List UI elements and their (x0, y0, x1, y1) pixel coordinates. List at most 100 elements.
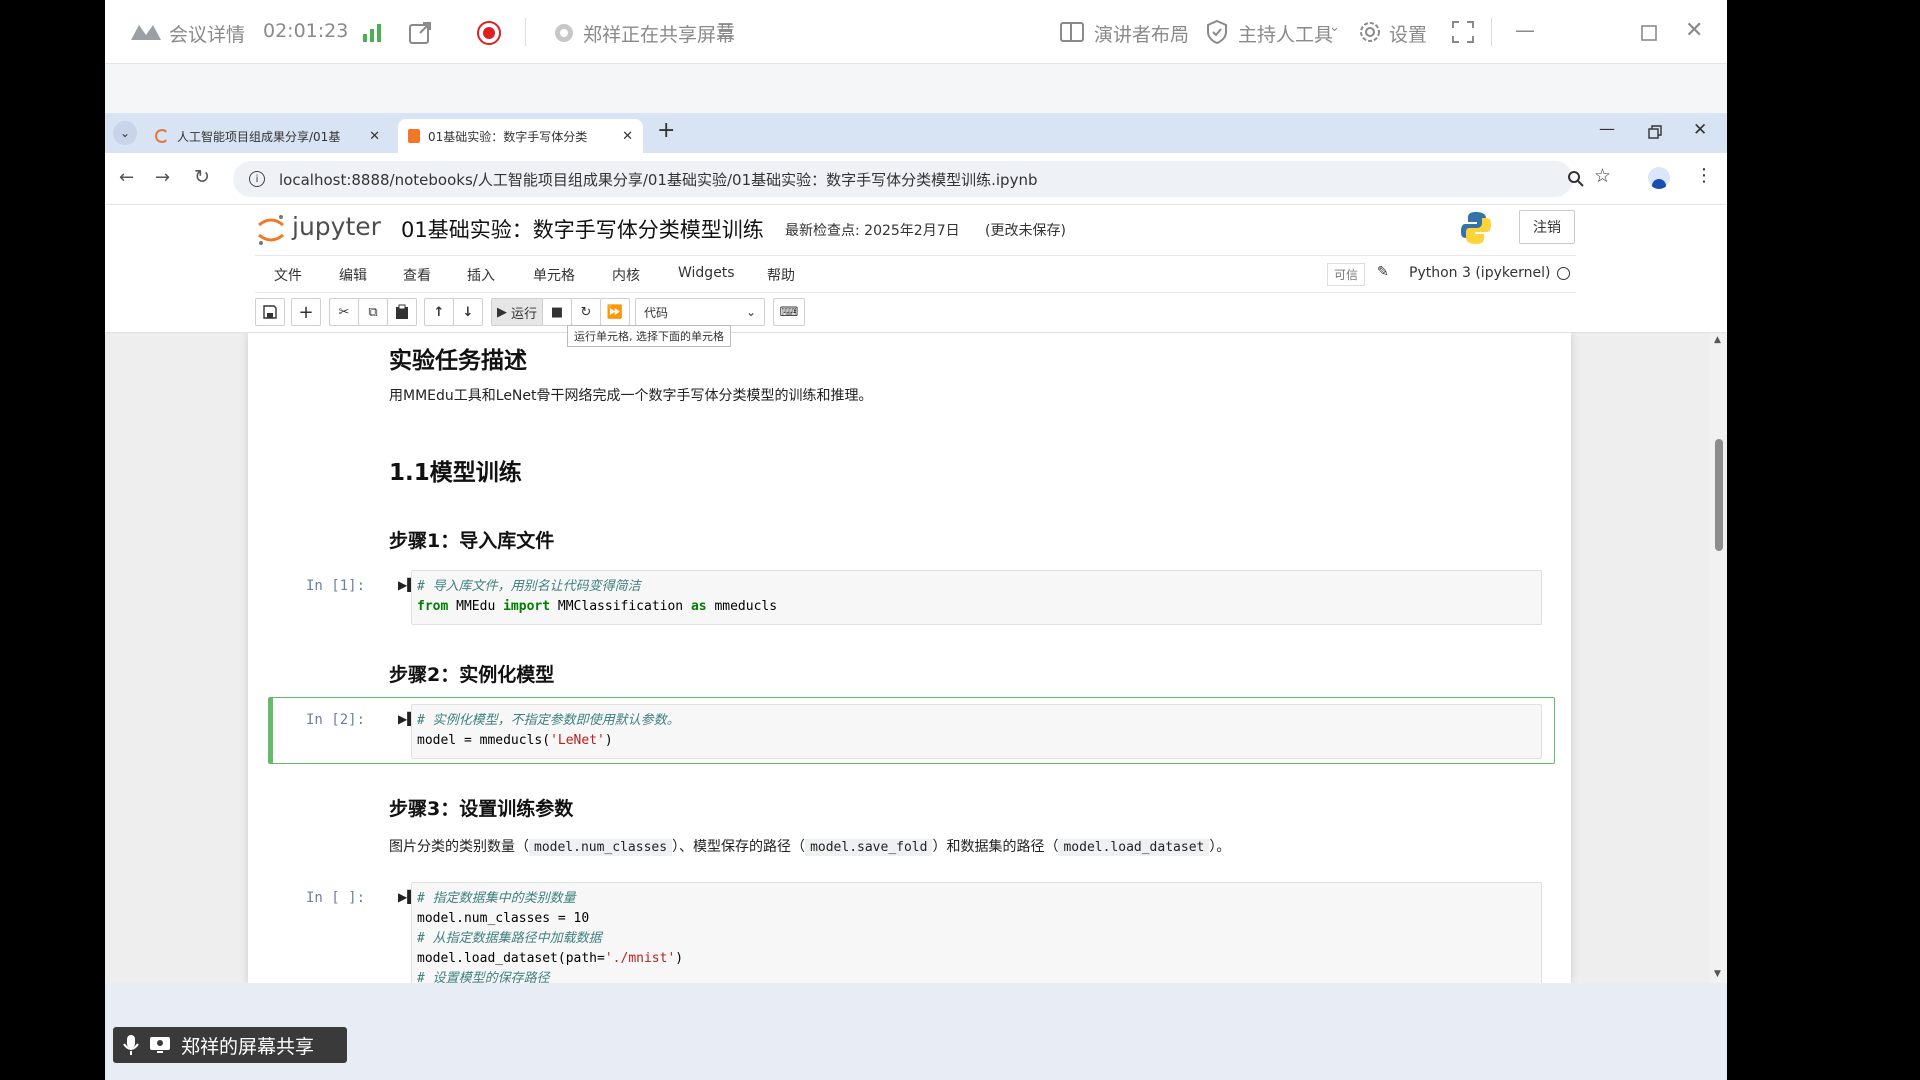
menu-view[interactable]: 查看 (403, 265, 431, 285)
cell-type-select[interactable]: 代码 ⌄ (635, 298, 765, 326)
scroll-up-arrow-icon[interactable]: ▲ (1714, 335, 1721, 345)
layout-icon[interactable] (1059, 20, 1085, 44)
run-button[interactable]: ▶ 运行 (491, 298, 543, 326)
scrollbar[interactable]: ▲ ▼ (1710, 333, 1727, 983)
microphone-icon[interactable] (123, 1034, 139, 1056)
minimize-icon[interactable]: — (1515, 18, 1535, 42)
task-heading: 实验任务描述 (389, 348, 527, 374)
settings-button[interactable]: 设置 (1389, 20, 1427, 47)
command-palette-icon[interactable]: ⌨ (773, 298, 805, 326)
host-tools-button[interactable]: 主持人工具 (1238, 20, 1333, 47)
move-down-icon[interactable]: ↓ (453, 298, 483, 326)
code-text: MMClassification (550, 599, 691, 614)
tab-search-button[interactable]: ⌄ (113, 121, 137, 145)
cut-icon[interactable]: ✂ (329, 298, 359, 326)
inline-code: model.num_classes (529, 839, 673, 856)
meeting-details-label[interactable]: 会议详情 (169, 20, 245, 47)
save-icon[interactable] (255, 298, 285, 326)
scrollbar-thumb[interactable] (1715, 439, 1723, 551)
move-up-icon[interactable]: ↑ (424, 298, 454, 326)
tab-close-icon[interactable]: ✕ (369, 129, 380, 144)
tab-label: 01基础实验：数字手写体分类 (428, 129, 588, 144)
intro-text: 用MMEdu工具和LeNet骨干网络完成一个数字手写体分类模型的训练和推理。 (389, 388, 873, 404)
add-cell-icon[interactable]: + (291, 298, 321, 326)
url-field[interactable]: i localhost:8888/notebooks/人工智能项目组成果分享/0… (233, 161, 1573, 197)
fullscreen-icon[interactable] (1451, 20, 1475, 44)
restart-icon[interactable]: ↻ (571, 298, 601, 326)
copy-icon[interactable]: ⧉ (358, 298, 388, 326)
logout-button[interactable]: 注销 (1519, 210, 1575, 244)
code-text: MMEdu (448, 599, 504, 614)
cell-prompt: In [1]: (306, 578, 366, 594)
chevron-down-icon[interactable]: ⌄ (1329, 20, 1340, 35)
cell-prompt: In [2]: (306, 712, 366, 728)
jupyter-toolbar: + ✂ ⧉ ↑ ↓ ▶ 运行 ■ ↻ ⏩ 代码 ⌄ ⌨ 运行单元格, 选择下面的… (105, 293, 1727, 347)
tab-label: 人工智能项目组成果分享/01基 (177, 129, 341, 144)
chevron-down-icon[interactable]: ⌄ (1173, 20, 1184, 35)
shield-icon[interactable] (1205, 19, 1229, 45)
meeting-spacer (105, 64, 1727, 113)
tab-active[interactable]: 01基础实验：数字手写体分类 ✕ (398, 119, 643, 153)
signal-icon[interactable] (361, 22, 383, 42)
menu-file[interactable]: 文件 (274, 265, 302, 285)
gear-icon[interactable] (1357, 19, 1383, 45)
paste-icon[interactable] (387, 298, 417, 326)
profile-avatar[interactable] (1648, 167, 1670, 189)
forward-icon[interactable]: → (155, 167, 170, 188)
code-cell[interactable]: # 导入库文件，用别名让代码变得简洁 from MMEdu import MMC… (411, 570, 1542, 625)
jupyter-logo-text[interactable]: jupyter (292, 212, 381, 241)
window-restore-icon[interactable] (1648, 125, 1662, 139)
menu-cell[interactable]: 单元格 (533, 265, 575, 285)
maximize-icon[interactable] (1640, 24, 1658, 42)
step3-heading: 步骤3：设置训练参数 (389, 798, 574, 820)
window-close-icon[interactable]: ✕ (1693, 120, 1707, 140)
reload-icon[interactable]: ↻ (194, 166, 210, 188)
checkpoint-status: 最新检查点: 2025年2月7日 (785, 223, 960, 239)
bookmark-star-icon[interactable]: ☆ (1594, 165, 1611, 187)
code-comment: # 设置模型的保存路径 (417, 971, 550, 983)
code-cell[interactable]: # 实例化模型，不指定参数即使用默认参数。 model = mmeducls('… (411, 704, 1542, 759)
menu-help[interactable]: 帮助 (767, 265, 795, 285)
trusted-indicator[interactable]: 可信 (1327, 263, 1366, 286)
record-icon[interactable] (476, 20, 502, 46)
zoom-icon[interactable] (1567, 170, 1585, 188)
sharing-status[interactable]: 郑祥正在共享屏幕 (583, 20, 735, 47)
tab-inactive[interactable]: 人工智能项目组成果分享/01基 ✕ (145, 119, 390, 153)
menu-kernel[interactable]: 内核 (612, 265, 640, 285)
site-info-icon[interactable]: i (249, 171, 265, 187)
desc-text: ）。 (1209, 839, 1231, 855)
kernel-status-icon (1557, 267, 1570, 280)
window-minimize-icon[interactable]: — (1599, 119, 1615, 138)
code-text: model = mmeducls( (417, 733, 551, 748)
sharing-menu-icon[interactable]: ☰ (717, 20, 734, 42)
more-menu-icon[interactable]: ⋮ (1695, 165, 1713, 186)
notebook-title[interactable]: 01基础实验：数字手写体分类模型训练 (401, 214, 764, 244)
scroll-down-arrow-icon[interactable]: ▼ (1714, 969, 1721, 979)
desc-text: ）、模型保存的路径（ (672, 839, 806, 855)
interrupt-icon[interactable]: ■ (542, 298, 572, 326)
kernel-name[interactable]: Python 3 (ipykernel) (1409, 265, 1550, 281)
code-text: ) (675, 951, 684, 966)
close-icon[interactable]: ✕ (1685, 18, 1703, 43)
meeting-toolbar: 会议详情 02:01:23 郑祥正在共享屏幕 ☰ 演讲者布局 ⌄ 主持人工具 ⌄ (105, 0, 1727, 64)
jupyter-logo-icon[interactable] (257, 213, 285, 247)
notebook-scroll-area[interactable]: 实验任务描述 用MMEdu工具和LeNet骨干网络完成一个数字手写体分类模型的训… (105, 333, 1727, 983)
menu-edit[interactable]: 编辑 (339, 265, 367, 285)
meeting-timer: 02:01:23 (263, 20, 349, 42)
chevron-down-icon: ⌄ (745, 305, 756, 319)
menu-widgets[interactable]: Widgets (678, 265, 735, 281)
divider (1491, 18, 1492, 46)
screen-share-icon (149, 1036, 171, 1054)
code-string: './mnist' (604, 951, 676, 966)
code-cell[interactable]: # 指定数据集中的类别数量 model.num_classes = 10 # 从… (411, 882, 1542, 983)
tab-close-icon[interactable]: ✕ (622, 129, 633, 144)
screen-share-badge[interactable]: 郑祥的屏幕共享 (113, 1027, 347, 1063)
menu-insert[interactable]: 插入 (467, 265, 495, 285)
restart-run-all-icon[interactable]: ⏩ (600, 298, 630, 326)
divider (525, 18, 526, 46)
back-icon[interactable]: ← (119, 167, 134, 188)
play-icon: ▶ (496, 304, 507, 320)
new-tab-button[interactable]: + (657, 118, 675, 143)
edit-pencil-icon[interactable]: ✎ (1377, 264, 1389, 280)
external-link-icon[interactable] (407, 20, 433, 46)
